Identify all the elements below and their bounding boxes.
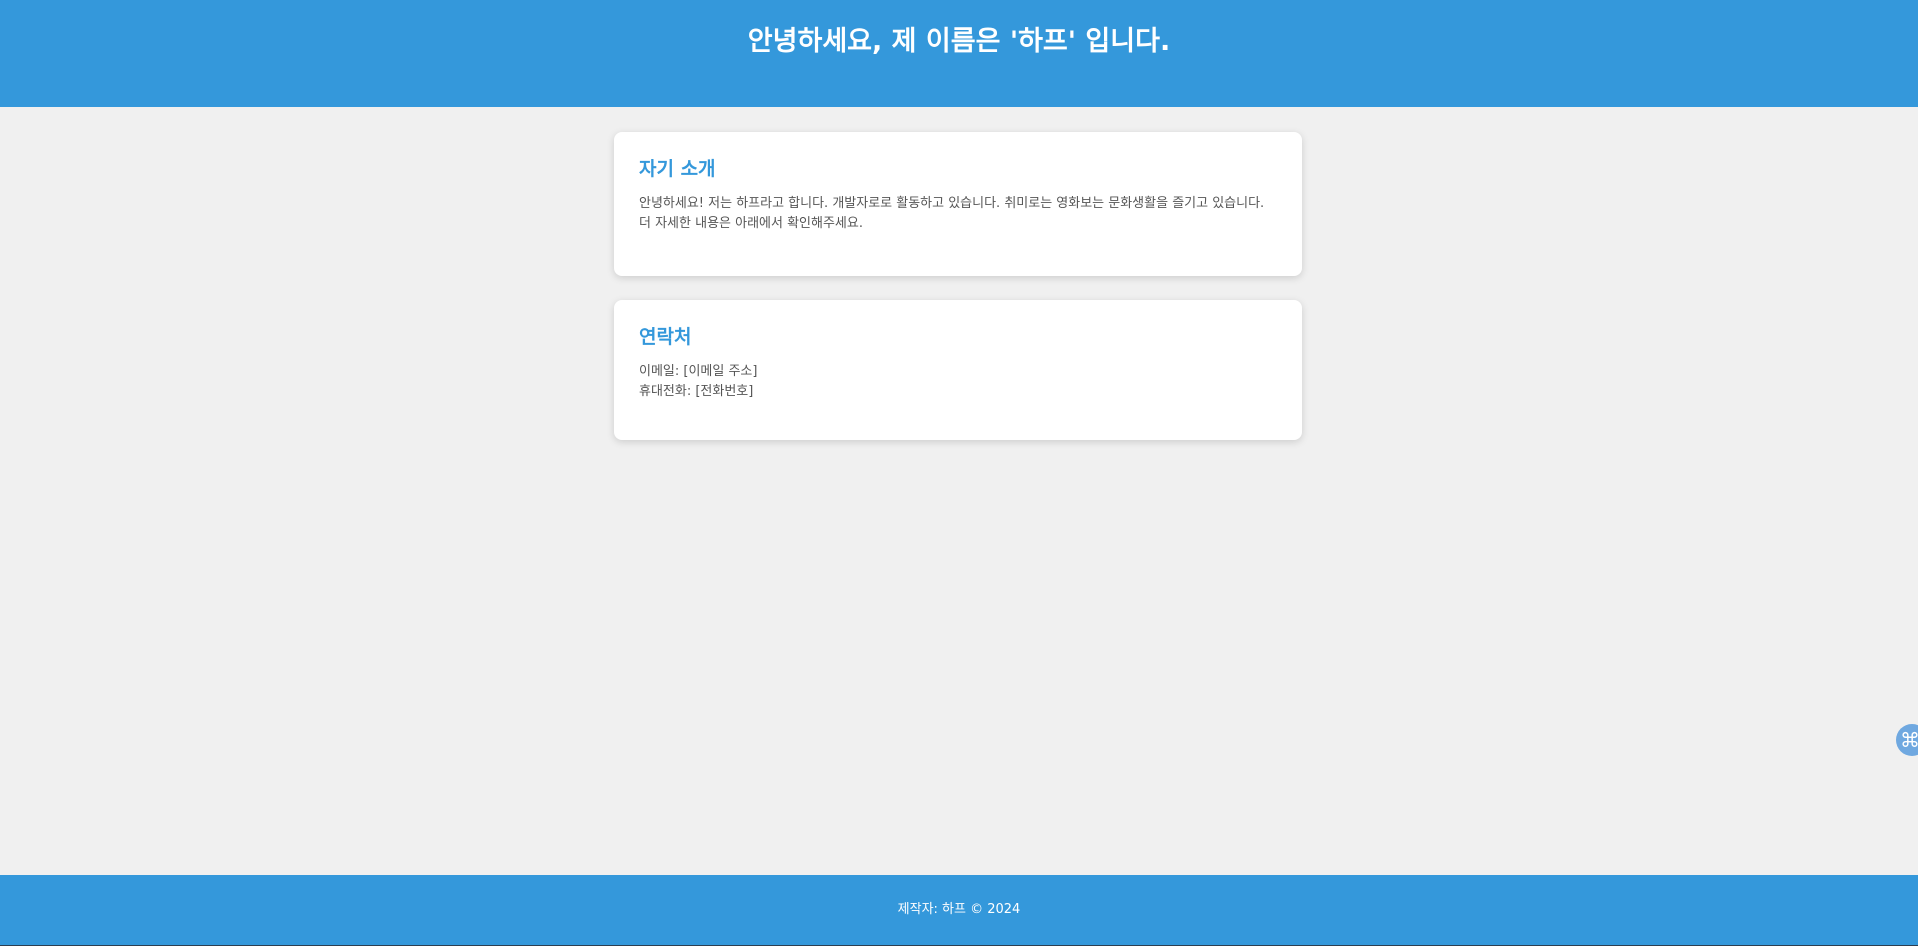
intro-title: 자기 소개 xyxy=(639,158,716,180)
contact-section: 연락처 이메일: [이메일 주소] 휴대전화: [전화번호] xyxy=(614,300,1302,440)
intro-section: 자기 소개 안녕하세요! 저는 하프라고 합니다. 개발자로로 활동하고 있습니… xyxy=(614,132,1302,276)
page-header: 안녕하세요, 제 이름은 '하프' 입니다. xyxy=(0,0,1918,107)
contact-phone: 휴대전화: [전화번호] xyxy=(639,384,754,399)
contact-title: 연락처 xyxy=(639,326,692,348)
page-footer: 제작자: 하프 © 2024 xyxy=(0,875,1918,945)
page-title: 안녕하세요, 제 이름은 '하프' 입니다. xyxy=(747,26,1171,57)
page: 안녕하세요, 제 이름은 '하프' 입니다. 자기 소개 안녕하세요! 저는 하… xyxy=(0,0,1918,946)
contact-email: 이메일: [이메일 주소] xyxy=(639,364,758,379)
intro-text: 안녕하세요! 저는 하프라고 합니다. 개발자로로 활동하고 있습니다. 취미로… xyxy=(639,196,1265,231)
command-widget-button[interactable]: ⌘ xyxy=(1896,724,1918,756)
command-icon: ⌘ xyxy=(1900,728,1918,752)
footer-text: 제작자: 하프 © 2024 xyxy=(897,902,1021,917)
